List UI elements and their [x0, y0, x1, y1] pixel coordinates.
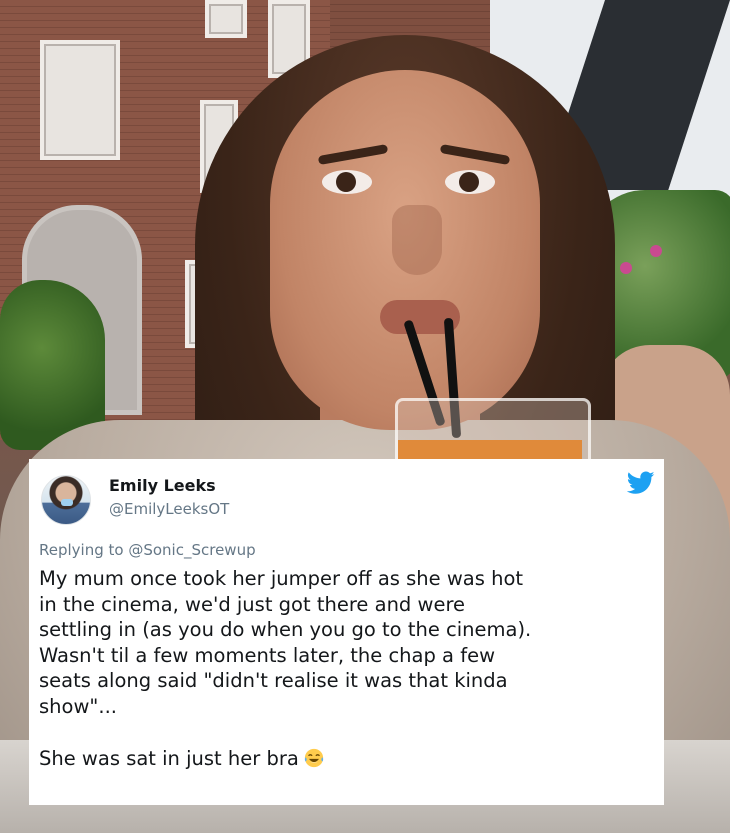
user-handle[interactable]: @EmilyLeeksOT — [109, 500, 229, 518]
window — [40, 40, 120, 160]
tweet-line: settling in (as you do when you go to th… — [39, 618, 532, 641]
tweet-line: seats along said "didn't realise it was … — [39, 669, 508, 692]
avatar[interactable] — [41, 475, 91, 525]
nose — [392, 205, 442, 275]
tweet-line: Wasn't til a few moments later, the chap… — [39, 643, 496, 667]
tweet-text: My mum once took her jumper off as she w… — [39, 566, 659, 772]
display-name[interactable]: Emily Leeks — [109, 476, 216, 495]
tweet-last-line-text: She was sat in just her bra — [39, 747, 299, 770]
flower — [650, 245, 662, 257]
tweet-line: My mum once took her jumper off as she w… — [39, 567, 524, 590]
tweet-line: in the cinema, we'd just got there and w… — [39, 592, 466, 616]
face-with-tears-of-joy-icon — [304, 748, 323, 768]
replying-mention-link[interactable]: @Sonic_Screwup — [128, 541, 255, 559]
tweet-card: Emily Leeks @EmilyLeeksOT Replying to @S… — [29, 459, 664, 805]
tweet-line: show"... — [39, 694, 117, 718]
twitter-bird-icon[interactable] — [627, 471, 655, 495]
left-eye — [322, 170, 372, 194]
flower — [620, 262, 632, 274]
face-mask — [61, 499, 73, 506]
right-eye — [445, 170, 495, 194]
window — [205, 0, 247, 38]
tweet-last-line: She was sat in just her bra — [39, 746, 659, 772]
replying-prefix: Replying to — [39, 541, 129, 559]
replying-to: Replying to @Sonic_Screwup — [39, 541, 256, 559]
